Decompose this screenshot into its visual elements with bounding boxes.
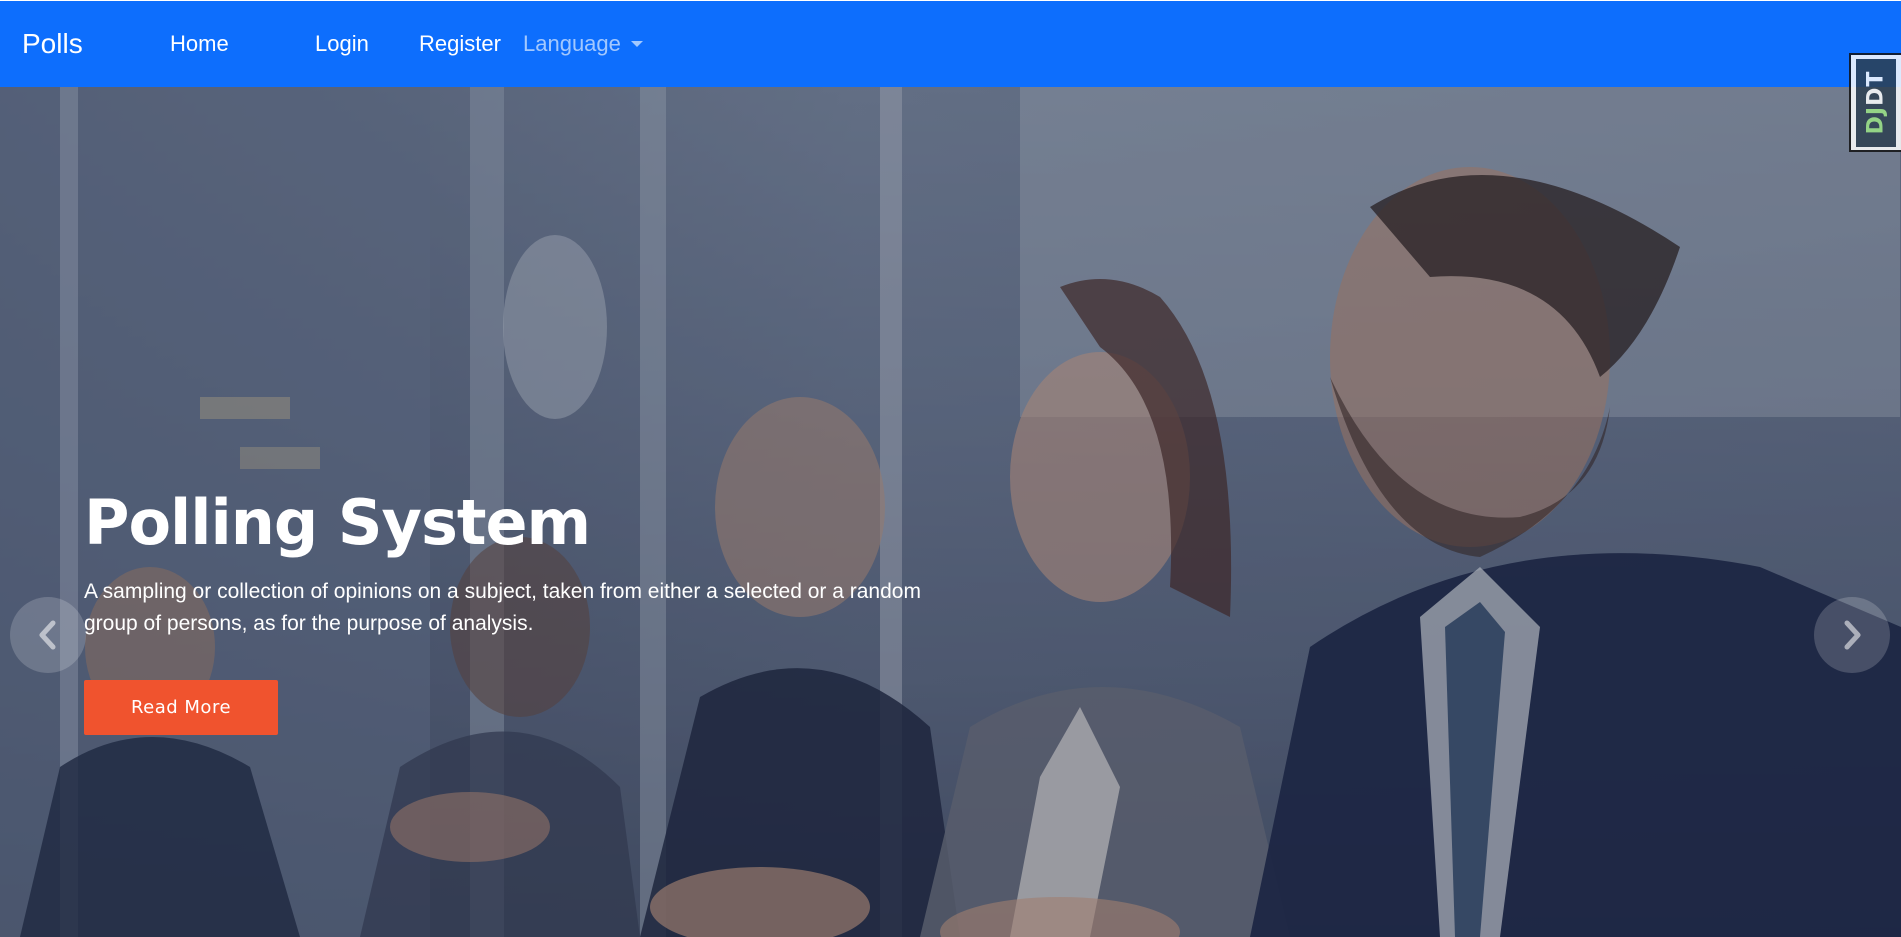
debug-toolbar-label-dj: DJ: [1863, 105, 1889, 135]
top-navbar: Polls Home Login Register Language: [0, 1, 1901, 87]
language-dropdown[interactable]: Language: [523, 31, 643, 57]
chevron-left-icon: [39, 620, 56, 650]
hero-carousel: Polling System A sampling or collection …: [0, 87, 1901, 937]
brand-link[interactable]: Polls: [22, 28, 83, 60]
nav-login-link[interactable]: Login: [315, 31, 369, 57]
language-dropdown-label: Language: [523, 31, 621, 56]
hero-description: A sampling or collection of opinions on …: [84, 580, 921, 635]
nav-home-link[interactable]: Home: [170, 31, 229, 57]
debug-toolbar-logo: DJDT: [1856, 58, 1896, 147]
chevron-down-icon: [630, 41, 643, 47]
carousel-next-button[interactable]: [1814, 597, 1890, 673]
read-more-button[interactable]: Read More: [84, 680, 278, 735]
chevron-right-icon: [1844, 620, 1861, 650]
debug-toolbar-handle[interactable]: DJDT: [1849, 53, 1901, 152]
nav-register-link[interactable]: Register: [419, 31, 501, 57]
carousel-prev-button[interactable]: [10, 597, 86, 673]
hero-title: Polling System: [84, 486, 591, 559]
debug-toolbar-label-dt: DT: [1863, 70, 1889, 106]
